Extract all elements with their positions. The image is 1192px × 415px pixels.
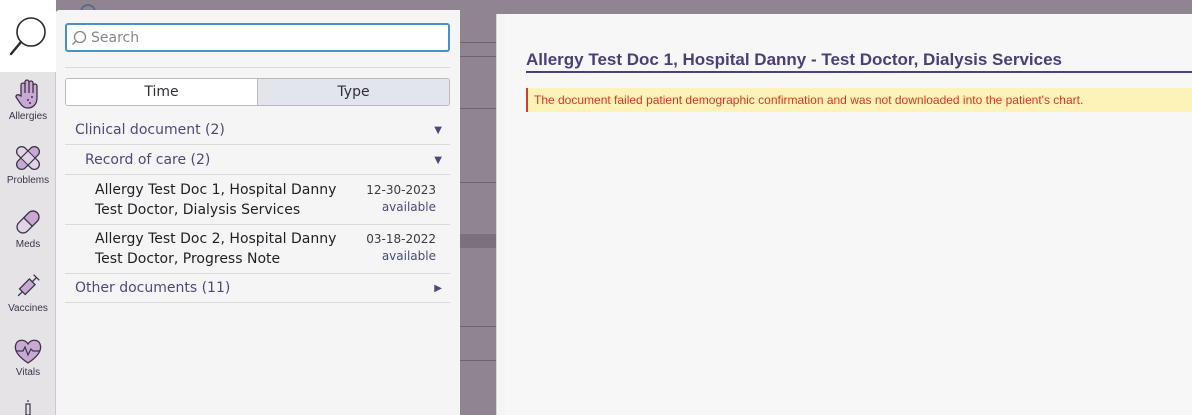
search-box[interactable]: [65, 23, 450, 52]
sidebar-item-problems[interactable]: Problems: [0, 142, 56, 206]
group-label: Other documents (11): [75, 280, 231, 296]
group-label: Record of care (2): [85, 152, 211, 168]
sidebar-item-label: Meds: [15, 239, 41, 250]
sidebar-item-label: Problems: [6, 175, 50, 186]
document-item-title: Allergy Test Doc 1, Hospital Danny: [95, 182, 337, 198]
sidebar-item-vaccines[interactable]: Vaccines: [0, 270, 56, 334]
sidebar-item-label: Vitals: [15, 367, 41, 378]
allergies-hand-icon: [15, 79, 38, 109]
search-input[interactable]: [91, 29, 441, 46]
sidebar: Allergies Problems Meds Vaccines Vitals: [0, 0, 56, 415]
document-item-date: 12-30-2023: [366, 183, 436, 197]
expanded-arrow-icon: ▼: [434, 154, 442, 166]
collapsed-arrow-icon: ▶: [434, 282, 442, 294]
heart-pulse-icon: [14, 339, 42, 364]
sidebar-item-label: Allergies: [8, 111, 48, 122]
search-icon: [71, 30, 87, 45]
list-item[interactable]: Allergy Test Doc 1, Hospital Danny Test …: [65, 176, 450, 225]
document-viewer: Allergy Test Doc 1, Hospital Danny - Tes…: [496, 14, 1192, 415]
sidebar-item-meds[interactable]: Meds: [0, 206, 56, 270]
document-title: Allergy Test Doc 1, Hospital Danny - Tes…: [526, 50, 1192, 73]
sidebar-search-tab[interactable]: [0, 0, 56, 72]
search-divider: [65, 67, 450, 68]
document-item-subtitle: Test Doctor, Progress Note: [95, 251, 281, 267]
view-toggle: Time Type: [65, 78, 450, 106]
group-clinical-document[interactable]: Clinical document (2) ▼: [65, 116, 450, 145]
expanded-arrow-icon: ▼: [434, 124, 442, 136]
sidebar-item-label: Vaccines: [8, 303, 48, 314]
tab-time[interactable]: Time: [66, 79, 258, 105]
group-other-documents[interactable]: Other documents (11) ▶: [65, 274, 450, 303]
document-item-subtitle: Test Doctor, Dialysis Services: [95, 202, 301, 218]
document-item-date: 03-18-2022: [366, 232, 436, 246]
document-item-status: available: [381, 200, 436, 214]
list-item[interactable]: Allergy Test Doc 2, Hospital Danny Test …: [65, 225, 450, 274]
background-band: [460, 234, 496, 248]
syringe-icon: [17, 274, 40, 297]
document-alert: The document failed patient demographic …: [526, 88, 1192, 112]
sidebar-item-more[interactable]: [0, 398, 56, 415]
sidebar-item-vitals[interactable]: Vitals: [0, 336, 56, 400]
bandage-icon: [15, 145, 41, 171]
pill-icon: [16, 210, 40, 234]
tab-type[interactable]: Type: [258, 79, 449, 105]
document-item-title: Allergy Test Doc 2, Hospital Danny: [95, 231, 337, 247]
group-record-of-care[interactable]: Record of care (2) ▼: [65, 146, 450, 175]
magnifier-icon: [9, 17, 46, 56]
document-item-status: available: [381, 249, 436, 263]
group-label: Clinical document (2): [75, 122, 225, 138]
document-content: Allergy Test Doc 1, Hospital Danny - Tes…: [505, 14, 1192, 415]
document-browser-panel: Time Type Clinical document (2) ▼ Record…: [56, 10, 460, 415]
sidebar-item-allergies[interactable]: Allergies: [0, 78, 56, 142]
partial-icon: [25, 400, 31, 415]
